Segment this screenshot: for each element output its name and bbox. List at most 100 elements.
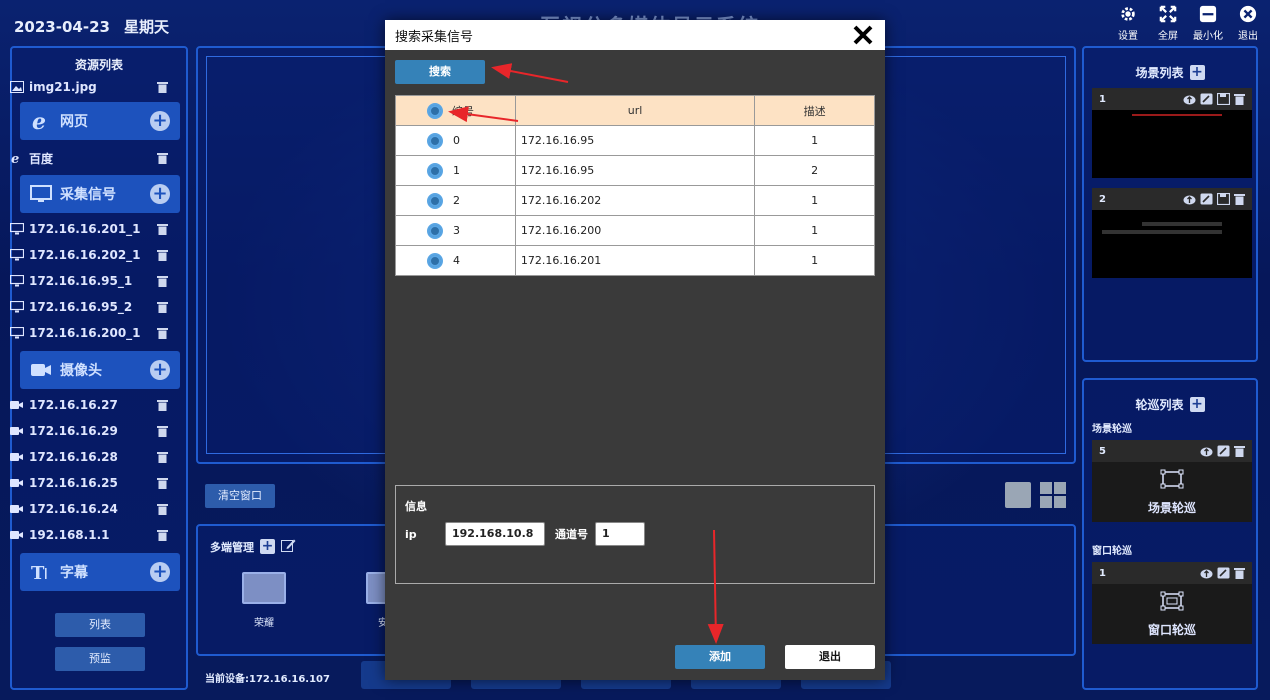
- add-capture-icon[interactable]: +: [150, 184, 170, 204]
- edit-icon[interactable]: [1200, 193, 1213, 205]
- trash-icon[interactable]: [1234, 445, 1247, 457]
- row-select-radio[interactable]: [427, 163, 443, 179]
- add-camera-icon[interactable]: +: [150, 360, 170, 380]
- category-subtitle[interactable]: T 字幕 +: [20, 553, 180, 591]
- column-header-url: url: [514, 95, 756, 126]
- resource-item[interactable]: img21.jpg: [10, 76, 168, 98]
- exit-button[interactable]: 退出: [785, 645, 875, 669]
- exit-app-button[interactable]: 退出: [1232, 4, 1264, 42]
- resource-item-label: 172.16.16.95_1: [29, 274, 133, 288]
- monitor-icon: [10, 301, 24, 313]
- resource-item[interactable]: 172.16.16.202_1: [10, 244, 168, 266]
- upload-cloud-icon[interactable]: [1183, 193, 1196, 205]
- trash-icon[interactable]: [157, 425, 168, 437]
- tour-card[interactable]: 5 场景轮巡: [1092, 440, 1252, 522]
- trash-icon[interactable]: [1234, 193, 1247, 205]
- trash-icon[interactable]: [157, 81, 168, 93]
- clear-windows-button[interactable]: 清空窗口: [205, 484, 275, 508]
- resource-item[interactable]: 172.16.16.24: [10, 498, 168, 520]
- trash-icon[interactable]: [157, 275, 168, 287]
- trash-icon[interactable]: [157, 223, 168, 235]
- resource-item[interactable]: 192.168.1.1: [10, 524, 168, 546]
- category-web[interactable]: e 网页 +: [20, 102, 180, 140]
- upload-cloud-icon[interactable]: [1183, 93, 1196, 105]
- trash-icon[interactable]: [1234, 93, 1247, 105]
- resource-item[interactable]: 172.16.16.201_1: [10, 218, 168, 240]
- row-select-radio[interactable]: [427, 223, 443, 239]
- edit-icon[interactable]: [1217, 567, 1230, 579]
- category-camera[interactable]: 摄像头 +: [20, 351, 180, 389]
- trash-icon[interactable]: [157, 152, 168, 164]
- trash-icon[interactable]: [157, 529, 168, 541]
- tour-list-panel: 轮巡列表 + 场景轮巡 5 场景轮巡 窗口轮巡 1 窗口轮巡: [1082, 378, 1258, 690]
- row-select-radio[interactable]: [427, 133, 443, 149]
- select-all-radio[interactable]: [427, 103, 443, 119]
- resource-item[interactable]: e 百度: [10, 147, 168, 169]
- search-button[interactable]: 搜索: [395, 60, 485, 84]
- cell-desc: 1: [754, 125, 875, 156]
- multi-device-title: 多端管理: [210, 540, 254, 554]
- upload-cloud-icon[interactable]: [1200, 567, 1213, 579]
- trash-icon[interactable]: [157, 451, 168, 463]
- image-icon: [10, 81, 24, 93]
- tour-card[interactable]: 1 窗口轮巡: [1092, 562, 1252, 644]
- table-row[interactable]: 0 172.16.16.95 1: [395, 125, 875, 156]
- table-row[interactable]: 1 172.16.16.95 2: [395, 155, 875, 186]
- add-scene-icon[interactable]: +: [1189, 65, 1205, 80]
- trash-icon[interactable]: [157, 249, 168, 261]
- table-row[interactable]: 2 172.16.16.202 1: [395, 185, 875, 216]
- resource-item[interactable]: 172.16.16.27: [10, 394, 168, 416]
- save-icon[interactable]: [1216, 192, 1231, 206]
- scene-card[interactable]: 2: [1092, 188, 1252, 278]
- save-icon[interactable]: [1216, 92, 1231, 106]
- add-button[interactable]: 添加: [675, 645, 765, 669]
- cell-desc: 2: [754, 155, 875, 186]
- row-select-radio[interactable]: [427, 193, 443, 209]
- category-capture[interactable]: 采集信号 +: [20, 175, 180, 213]
- upload-cloud-icon[interactable]: [1200, 445, 1213, 457]
- monitor-icon: [242, 572, 286, 604]
- resource-item-label: 172.16.16.202_1: [29, 248, 141, 262]
- minimize-button[interactable]: 最小化: [1192, 4, 1224, 42]
- resource-item[interactable]: 172.16.16.25: [10, 472, 168, 494]
- trash-icon[interactable]: [1234, 567, 1247, 579]
- single-layout-icon[interactable]: [1005, 482, 1031, 508]
- edit-icon[interactable]: [1217, 445, 1230, 457]
- add-web-icon[interactable]: +: [150, 111, 170, 131]
- add-subtitle-icon[interactable]: +: [150, 562, 170, 582]
- resource-item[interactable]: 172.16.16.95_1: [10, 270, 168, 292]
- grid-layout-icon[interactable]: [1040, 482, 1066, 508]
- fullscreen-button[interactable]: 全屏: [1152, 4, 1184, 42]
- row-select-radio[interactable]: [427, 253, 443, 269]
- channel-input[interactable]: 1: [595, 522, 645, 546]
- trash-icon[interactable]: [157, 301, 168, 313]
- scene-preview: [1092, 210, 1252, 278]
- add-tour-icon[interactable]: +: [1189, 397, 1205, 412]
- close-icon[interactable]: [851, 23, 875, 47]
- cell-id: 4: [395, 245, 516, 276]
- resource-item[interactable]: 172.16.16.29: [10, 420, 168, 442]
- cell-desc: 1: [754, 245, 875, 276]
- device-item[interactable]: 荣耀: [234, 572, 294, 629]
- preview-button[interactable]: 预监: [55, 647, 145, 671]
- add-device-icon[interactable]: +: [260, 539, 275, 554]
- edit-icon[interactable]: [281, 538, 296, 555]
- camera-icon: [30, 360, 52, 380]
- trash-icon[interactable]: [157, 327, 168, 339]
- category-camera-label: 摄像头: [60, 363, 102, 379]
- resource-item-label: 百度: [29, 151, 54, 166]
- scene-card[interactable]: 1: [1092, 88, 1252, 178]
- edit-icon[interactable]: [1200, 93, 1213, 105]
- settings-button[interactable]: 设置: [1112, 4, 1144, 42]
- trash-icon[interactable]: [157, 399, 168, 411]
- trash-icon[interactable]: [157, 503, 168, 515]
- list-button[interactable]: 列表: [55, 613, 145, 637]
- resource-item[interactable]: 172.16.16.28: [10, 446, 168, 468]
- resource-item[interactable]: 172.16.16.200_1: [10, 322, 168, 344]
- minimize-label: 最小化: [1193, 31, 1223, 42]
- trash-icon[interactable]: [157, 477, 168, 489]
- resource-item[interactable]: 172.16.16.95_2: [10, 296, 168, 318]
- table-row[interactable]: 4 172.16.16.201 1: [395, 245, 875, 276]
- table-row[interactable]: 3 172.16.16.200 1: [395, 215, 875, 246]
- ip-input[interactable]: 192.168.10.8: [445, 522, 545, 546]
